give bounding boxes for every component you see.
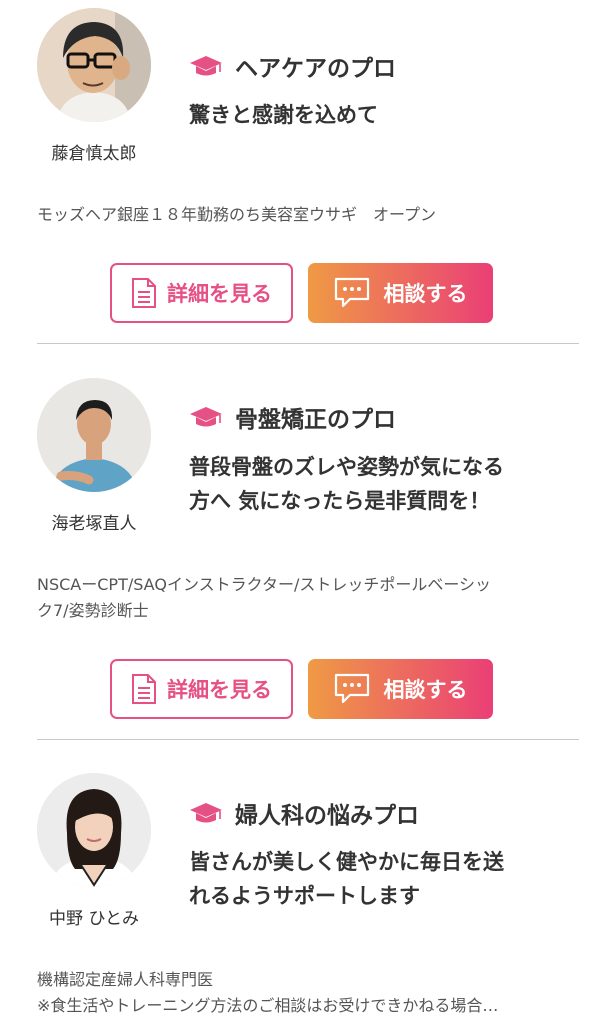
catchphrase: 皆さんが美しく健やかに毎日を送 れるようサポートします bbox=[189, 845, 549, 913]
detail-button[interactable]: 詳細を見る bbox=[110, 659, 293, 719]
category: 婦人科の悩みプロ bbox=[189, 796, 419, 830]
consult-button-label: 相談する bbox=[383, 282, 468, 306]
category-label: 骨盤矯正のプロ bbox=[235, 407, 396, 433]
career-line: ク7/姿勢診断士 bbox=[37, 601, 149, 620]
career-text: 機構認定産婦人科専門医 ※食生活やトレーニング方法のご相談はお受けできかねる場合… bbox=[37, 967, 582, 1019]
document-icon bbox=[132, 278, 156, 308]
catchphrase: 普段骨盤のズレや姿勢が気になる 方へ 気になったら是非質問を！ bbox=[189, 450, 549, 518]
catchphrase-line: 方へ 気になったら是非質問を！ bbox=[189, 489, 491, 513]
graduation-cap-icon bbox=[190, 803, 222, 823]
category: 骨盤矯正のプロ bbox=[189, 400, 396, 434]
catchphrase-line: 驚きと感謝を込めて bbox=[189, 103, 378, 127]
career-text: モッズヘア銀座１８年勤務のち美容室ウサギ オープン bbox=[37, 202, 582, 228]
chat-bubble-icon bbox=[334, 277, 369, 308]
expert-name: 中野 ひとみ bbox=[49, 909, 139, 929]
category-label: ヘアケアのプロ bbox=[235, 56, 396, 82]
catchphrase-line: れるようサポートします bbox=[189, 884, 420, 908]
category: ヘアケアのプロ bbox=[189, 49, 396, 83]
consult-button[interactable]: 相談する bbox=[308, 263, 493, 323]
document-icon bbox=[132, 674, 156, 704]
career-text: NSCAーCPT/SAQインストラクター/ストレッチポールベーシッ ク7/姿勢診… bbox=[37, 572, 582, 624]
divider bbox=[37, 343, 579, 344]
consult-button-label: 相談する bbox=[383, 678, 468, 702]
catchphrase-line: 皆さんが美しく健やかに毎日を送 bbox=[189, 850, 504, 874]
catchphrase-line: 普段骨盤のズレや姿勢が気になる bbox=[189, 455, 504, 479]
detail-button-label: 詳細を見る bbox=[167, 282, 272, 306]
graduation-cap-icon bbox=[190, 407, 222, 427]
detail-button[interactable]: 詳細を見る bbox=[110, 263, 293, 323]
expert-name: 海老塚直人 bbox=[51, 514, 137, 534]
chat-bubble-icon bbox=[334, 673, 369, 704]
career-line: ※食生活やトレーニング方法のご相談はお受けできかねる場合… bbox=[37, 996, 499, 1015]
career-line: NSCAーCPT/SAQインストラクター/ストレッチポールベーシッ bbox=[37, 575, 492, 594]
graduation-cap-icon bbox=[190, 56, 222, 76]
avatar[interactable] bbox=[37, 773, 151, 887]
career-line: モッズヘア銀座１８年勤務のち美容室ウサギ オープン bbox=[37, 205, 437, 224]
consult-button[interactable]: 相談する bbox=[308, 659, 493, 719]
avatar[interactable] bbox=[37, 8, 151, 122]
detail-button-label: 詳細を見る bbox=[167, 678, 272, 702]
career-line: 機構認定産婦人科専門医 bbox=[37, 970, 214, 989]
catchphrase: 驚きと感謝を込めて bbox=[189, 98, 549, 132]
expert-name: 藤倉慎太郎 bbox=[51, 144, 137, 164]
avatar[interactable] bbox=[37, 378, 151, 492]
category-label: 婦人科の悩みプロ bbox=[235, 803, 419, 829]
divider bbox=[37, 739, 579, 740]
